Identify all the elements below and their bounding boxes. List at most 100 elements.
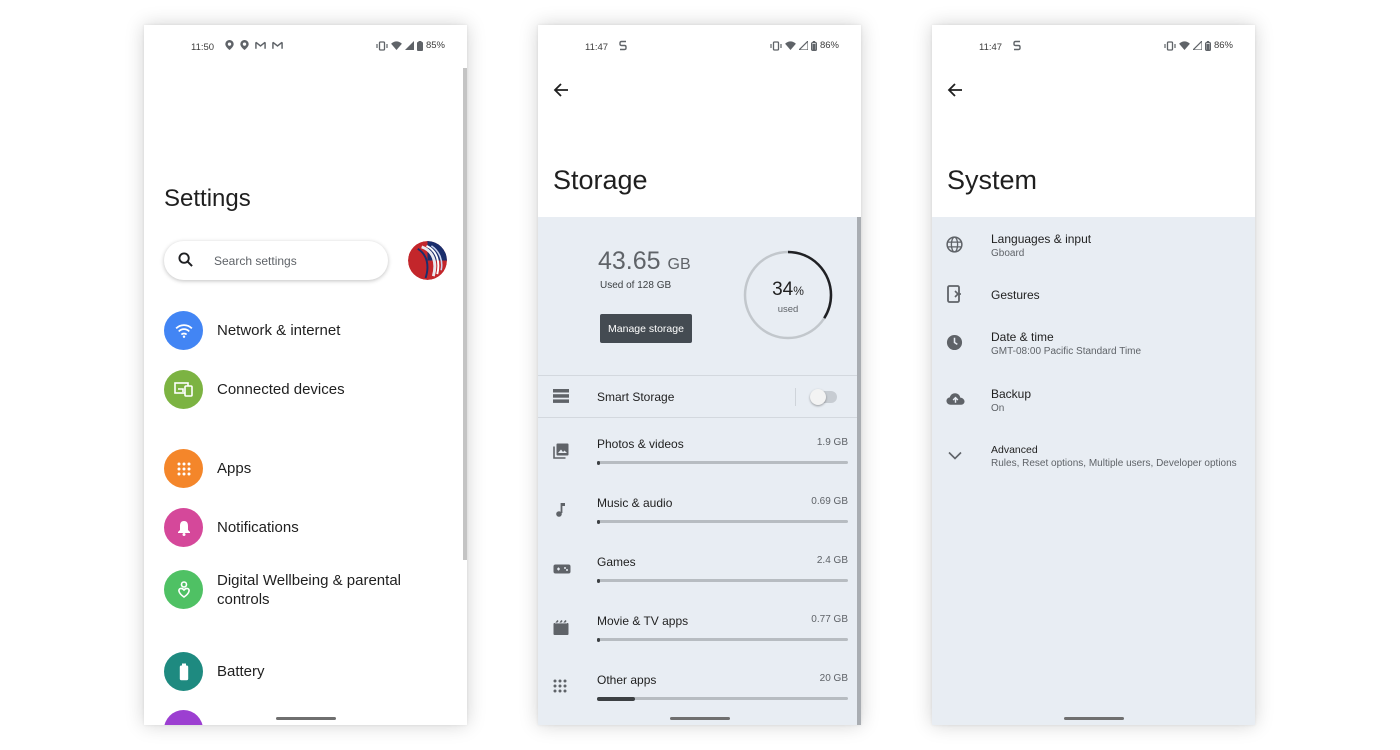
settings-item-digital-wellbeing[interactable]: Digital Wellbeing & parental controls [164,570,417,609]
storage-category-music[interactable]: Music & audio 0.69 GB [538,483,857,542]
category-size: 0.77 GB [811,614,848,625]
system-item-title: Advanced [991,444,1038,456]
system-item-subtitle: Gboard [991,248,1025,259]
search-input[interactable]: Search settings [164,241,388,280]
storage-list-icon [553,389,569,403]
photos-icon [553,443,569,459]
wifi-icon [164,311,203,350]
page-title: System [947,165,1038,195]
movie-clapper-icon [553,620,569,635]
system-item-title: Backup [991,387,1032,401]
bell-icon [164,508,203,547]
search-icon [178,252,193,267]
category-size: 2.4 GB [816,555,848,566]
status-bar: 11:47 86% [932,25,1255,69]
vibrate-icon [770,40,782,51]
storage-sync-icon [619,40,627,51]
system-item-subtitle: GMT-08:00 Pacific Standard Time [991,346,1142,357]
battery-icon [416,40,423,51]
search-placeholder: Search settings [214,254,297,268]
system-item-backup[interactable]: Backup On [932,381,1255,423]
system-item-title: Gestures [991,288,1040,302]
category-usage-bar [597,637,848,642]
battery-icon [1204,40,1211,51]
clock-icon [946,334,963,351]
storage-category-other-apps[interactable]: Other apps 20 GB [538,660,857,719]
notification-icons [225,40,283,50]
storage-used-of: Used of 128 GB [600,280,672,291]
system-item-title: Date & time [991,330,1054,344]
wellbeing-heart-icon [164,570,203,609]
apps-grid-icon [164,449,203,488]
gmail-icon [255,41,266,49]
storage-percent-sign: % [793,284,804,298]
back-arrow-icon[interactable] [947,82,963,98]
settings-item-partial-icon[interactable] [164,710,203,725]
system-item-gestures[interactable]: Gestures [932,279,1255,319]
category-label: Movie & TV apps [597,614,689,628]
devices-icon [164,370,203,409]
storage-category-movies[interactable]: Movie & TV apps 0.77 GB [538,601,857,660]
home-indicator[interactable] [275,717,336,720]
divider [538,417,857,418]
system-item-advanced[interactable]: Advanced Rules, Reset options, Multiple … [932,438,1255,478]
settings-item-label: Network & internet [217,322,341,339]
manage-storage-button[interactable]: Manage storage [600,314,692,343]
category-size: 20 GB [819,673,848,684]
status-time: 11:47 [585,42,609,53]
smart-storage-toggle[interactable] [810,389,837,405]
battery-icon [164,652,203,691]
vibrate-icon [1164,40,1176,51]
page-title: Settings [164,185,251,212]
storage-sync-icon [1013,40,1021,51]
system-item-languages[interactable]: Languages & input Gboard [932,225,1255,267]
storage-percent: 34% [772,279,804,300]
settings-item-notifications[interactable]: Notifications [164,508,417,547]
wifi-icon [391,41,402,50]
system-item-title: Languages & input [991,232,1092,246]
status-right: 86% [770,40,839,51]
scrollbar[interactable] [857,217,861,725]
category-size: 0.69 GB [811,496,848,507]
settings-item-label: Apps [217,460,252,477]
back-arrow-icon[interactable] [553,82,569,98]
divider [795,388,796,406]
storage-percent-label: used [777,304,799,315]
storage-category-games[interactable]: Games 2.4 GB [538,542,857,601]
apps-grid-icon [553,679,567,693]
smart-storage-row[interactable]: Smart Storage [538,376,857,418]
cloud-upload-icon [946,393,965,405]
category-label: Games [597,555,636,569]
signal-icon [798,41,808,50]
battery-percent: 85% [425,40,445,51]
gmail-icon [272,41,283,49]
home-indicator[interactable] [669,717,730,720]
page-title: Storage [553,165,648,195]
system-item-date-time[interactable]: Date & time GMT-08:00 Pacific Standard T… [932,324,1255,366]
settings-screen: 11:50 85% Settings Search settings Netwo… [144,25,467,725]
status-bar: 11:50 85% [144,25,467,69]
settings-item-apps[interactable]: Apps [164,449,417,488]
gamepad-icon [553,564,571,574]
maps-pin-icon [225,40,234,50]
scrollbar[interactable] [463,68,467,560]
avatar[interactable] [408,241,447,280]
settings-item-connected-devices[interactable]: Connected devices [164,370,417,409]
storage-category-photos[interactable]: Photos & videos 1.9 GB [538,424,857,483]
settings-item-network[interactable]: Network & internet [164,311,417,350]
settings-item-battery[interactable]: Battery [164,652,417,691]
system-screen: 11:47 86% System Languages & input Gboar… [932,25,1255,725]
home-indicator[interactable] [1063,717,1124,720]
smart-storage-label: Smart Storage [597,390,675,404]
category-label: Photos & videos [597,437,684,451]
storage-used-unit: GB [667,256,691,273]
status-bar: 11:47 86% [538,25,861,69]
notification-icons [1013,40,1021,51]
battery-percent: 86% [819,40,839,51]
signal-icon [404,41,414,50]
status-right: 86% [1164,40,1233,51]
status-time: 11:47 [979,42,1003,53]
category-usage-bar [597,519,848,524]
category-usage-bar [597,460,848,465]
category-size: 1.9 GB [816,437,848,448]
